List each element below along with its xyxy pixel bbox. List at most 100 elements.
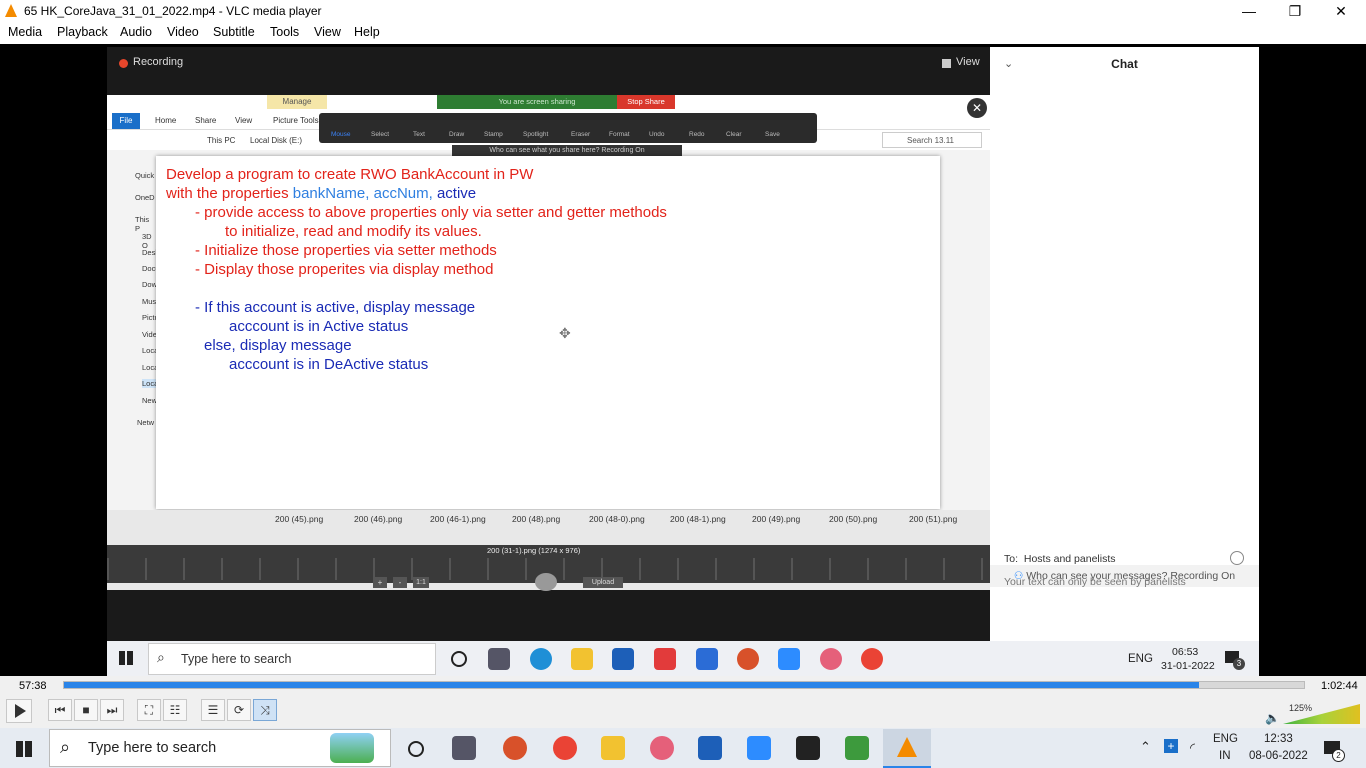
chat-to-line: To: Hosts and panelists (1004, 553, 1116, 565)
recorded-date: 31-01-2022 (1161, 660, 1215, 672)
path-this-pc: This PC (207, 136, 236, 145)
next-button[interactable]: ⏭ (100, 699, 124, 721)
vlc-cone-icon (5, 4, 17, 17)
total-time[interactable]: 1:02:44 (1321, 680, 1358, 692)
start-windows-icon[interactable] (16, 741, 32, 757)
slide-line-5: - Initialize those properties via setter… (195, 242, 497, 259)
annot-save: Save (765, 131, 780, 138)
record-icon (737, 648, 759, 670)
slide-line-6: - Display those properites via display m… (195, 261, 494, 278)
slide-line-9: else, display message (204, 337, 352, 354)
chrome-icon (861, 648, 883, 670)
mail-icon (696, 648, 718, 670)
menu-media[interactable]: Media (8, 22, 42, 39)
zoom-minus-button: - (393, 577, 407, 588)
extended-settings-button[interactable]: ☷ (163, 699, 187, 721)
taskbar-zoom-icon[interactable] (747, 736, 771, 760)
stop-button[interactable]: ■ (74, 699, 98, 721)
nav-new: New (142, 396, 158, 405)
explorer-tab-share: Share (195, 116, 217, 125)
slide-line-2-prefix: with the properties (166, 185, 293, 202)
menu-help[interactable]: Help (354, 22, 380, 39)
chat-input-placeholder: Your text can only be seen by panelists (1004, 576, 1186, 588)
recording-dot-icon (119, 59, 128, 68)
menu-view[interactable]: View (314, 22, 341, 39)
nav-network: Netw (137, 418, 155, 427)
tray-chevron-up-icon[interactable]: ⌃ (1140, 739, 1151, 755)
folder-icon (571, 648, 593, 670)
chat-to-value: Hosts and panelists (1023, 553, 1116, 565)
file-name: 200 (51).png (909, 514, 958, 524)
taskbar-task-view-icon[interactable] (452, 736, 476, 760)
previous-button[interactable]: ⏮ (48, 699, 72, 721)
clock-date[interactable]: 08-06-2022 (1249, 750, 1308, 762)
tray-plus-icon[interactable]: + (1164, 739, 1178, 753)
nav-onedrive: OneD (135, 193, 155, 202)
restore-button[interactable]: ❐ (1272, 0, 1318, 22)
recorded-search-box: Type here to search (148, 643, 436, 675)
explorer-tab-view: View (235, 116, 253, 125)
explorer-search: Search 13.11 (882, 132, 982, 148)
taskbar-vlc-button[interactable] (883, 729, 931, 768)
upload-button: Upload (583, 577, 623, 588)
taskbar-folder-icon[interactable] (601, 736, 625, 760)
store-icon (612, 648, 634, 670)
taskbar-snip-icon[interactable] (650, 736, 674, 760)
ratio-button: 1:1 (413, 577, 429, 588)
annotation-toolbar: Mouse Select Text Draw Stamp Spotlight E… (319, 113, 817, 143)
nav-quick: Quick (135, 171, 155, 180)
slide-line-1: Develop a program to create RWO BankAcco… (166, 166, 534, 183)
chat-to-label: To: (1004, 553, 1019, 565)
explorer-tab-home: Home (155, 116, 177, 125)
stop-share-button: Stop Share (617, 95, 675, 109)
grid-icon (942, 59, 951, 68)
menu-playback[interactable]: Playback (57, 22, 108, 39)
elapsed-time[interactable]: 57:38 (19, 680, 47, 692)
fullscreen-button[interactable]: ⛶ (137, 699, 161, 721)
loop-button[interactable]: ⟳ (227, 699, 251, 721)
taskbar-chrome-icon[interactable] (553, 736, 577, 760)
title-bar: 65 HK_CoreJava_31_01_2022.mp4 - VLC medi… (0, 0, 1366, 22)
clock-time[interactable]: 12:33 (1264, 733, 1293, 745)
play-button[interactable] (6, 699, 32, 723)
speaker-icon[interactable]: 🔈 (1265, 711, 1280, 725)
annot-clear: Clear (726, 131, 742, 138)
slide-line-3: - provide access to above properties onl… (195, 204, 667, 221)
slide-line-2-props-b: active (432, 185, 477, 202)
explorer-tab-picture-tools: Picture Tools (273, 116, 319, 125)
menu-subtitle[interactable]: Subtitle (213, 22, 255, 39)
recorded-time: 06:53 (1172, 646, 1199, 658)
wifi-icon[interactable]: ◜ (1190, 740, 1195, 756)
recorded-lang: ENG (1128, 653, 1153, 665)
taskbar-record-icon[interactable] (503, 736, 527, 760)
nav-videos: Vide (142, 330, 157, 339)
menu-video[interactable]: Video (167, 22, 199, 39)
annot-draw: Draw (449, 131, 465, 138)
cortana-icon (451, 651, 467, 667)
taskbar-store-icon[interactable] (698, 736, 722, 760)
volume-percent: 125% (1289, 703, 1313, 713)
shuffle-button[interactable]: ⤨ (253, 699, 277, 721)
task-view-icon (488, 648, 510, 670)
taskbar-cortana-icon[interactable] (408, 741, 424, 757)
nav-this-pc: This P (135, 215, 150, 233)
menu-tools[interactable]: Tools (270, 22, 299, 39)
annot-undo: Undo (649, 131, 665, 138)
slide-image: Develop a program to create RWO BankAcco… (156, 156, 940, 509)
file-name: 200 (49).png (752, 514, 801, 524)
weather-widget-icon[interactable] (330, 733, 374, 763)
slide-line-8: acccount is in Active status (229, 318, 409, 335)
lang-indicator[interactable]: ENG (1213, 733, 1238, 745)
minimize-button[interactable]: — (1226, 0, 1272, 22)
playlist-button[interactable]: ☰ (201, 699, 225, 721)
close-button[interactable]: ✕ (1318, 0, 1364, 22)
explorer-tab-file: File (112, 113, 140, 129)
taskbar-notepad-icon[interactable] (845, 736, 869, 760)
menu-audio[interactable]: Audio (120, 22, 152, 39)
file-name: 200 (45).png (275, 514, 324, 524)
path-local-disk: Local Disk (E:) (250, 136, 303, 145)
share-status: You are screen sharing (437, 95, 637, 109)
lang-region[interactable]: IN (1219, 750, 1231, 762)
slide-line-7: - If this account is active, display mes… (195, 299, 476, 316)
taskbar-sticky-notes-icon[interactable] (796, 736, 820, 760)
